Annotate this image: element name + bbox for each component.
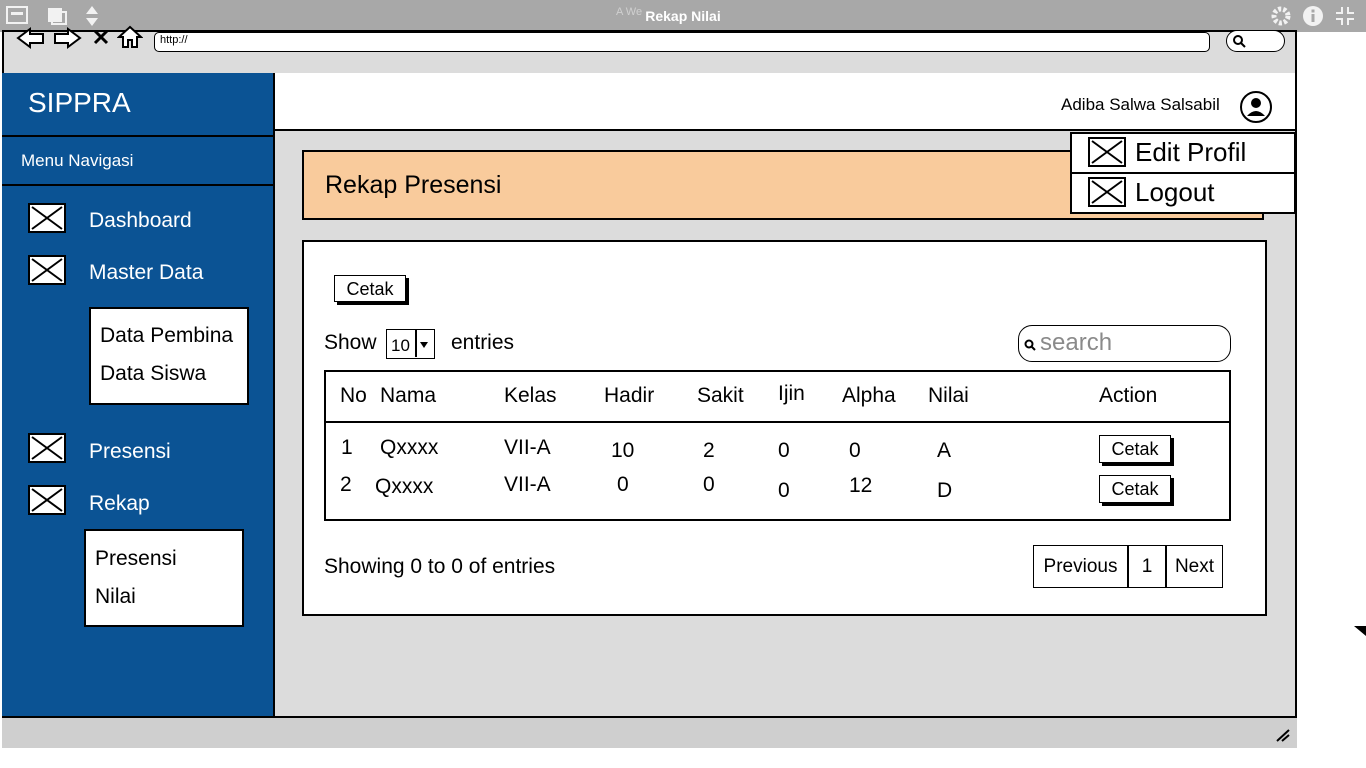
table-header-divider [324, 421, 1231, 423]
cell-nama: Qxxxx [375, 475, 434, 498]
cell-nama: Qxxxx [380, 436, 439, 459]
forward-icon[interactable] [52, 26, 82, 54]
search-icon [1024, 339, 1036, 351]
pagination-next-button[interactable]: Next [1166, 545, 1223, 588]
brand-area: SIPPRA [2, 73, 275, 137]
cell-no: 1 [341, 436, 353, 459]
back-icon[interactable] [16, 26, 46, 54]
master-data-submenu: Data Pembina Data Siswa [89, 307, 249, 405]
select-divider [415, 330, 417, 357]
column-header-hadir[interactable]: Hadir [604, 384, 654, 408]
cell-ijin: 0 [778, 439, 790, 462]
sidebar-item-label: Rekap [89, 492, 150, 515]
row-print-button[interactable]: Cetak [1099, 435, 1171, 463]
column-header-sakit[interactable]: Sakit [697, 384, 744, 408]
sidebar-item-label: Master Data [89, 261, 204, 284]
cell-hadir: 10 [611, 439, 635, 462]
cell-kelas: VII-A [504, 436, 551, 459]
submenu-item-data-siswa[interactable]: Data Siswa [100, 362, 206, 386]
image-placeholder-icon [1088, 137, 1126, 167]
menu-item-label: Edit Profil [1135, 137, 1247, 167]
browser-status-bar [2, 716, 1297, 748]
menu-heading-label: Menu Navigasi [21, 151, 134, 170]
user-avatar-icon[interactable] [1239, 90, 1273, 129]
cell-nilai: A [937, 439, 952, 462]
print-all-button[interactable]: Cetak [334, 275, 406, 302]
table-search-input[interactable]: search [1018, 325, 1231, 362]
home-icon[interactable] [116, 25, 144, 54]
table-info-text: Showing 0 to 0 of entries [324, 555, 556, 578]
sidebar-item-label: Dashboard [89, 209, 192, 232]
image-placeholder-icon [1088, 177, 1126, 207]
window-title: Rekap Nilai [645, 8, 721, 24]
cursor-fragment-icon [1354, 626, 1366, 636]
menu-heading: Menu Navigasi [2, 137, 275, 186]
image-placeholder-icon [28, 255, 66, 285]
entries-select[interactable]: 10 [386, 329, 435, 359]
submenu-item-rekap-presensi[interactable]: Presensi [95, 547, 177, 571]
column-header-no[interactable]: No [340, 384, 367, 408]
page-title: Rekap Presensi [325, 171, 502, 199]
resize-grip-icon[interactable] [1275, 728, 1291, 742]
address-bar[interactable]: http:// [154, 32, 1210, 52]
column-header-nilai[interactable]: Nilai [928, 384, 969, 408]
sidebar-item-master-data[interactable]: Master Data [28, 255, 278, 293]
search-placeholder: search [1040, 329, 1113, 356]
sidebar-item-label: Presensi [89, 440, 171, 463]
show-label: Show [324, 331, 377, 354]
info-icon[interactable] [1302, 5, 1324, 31]
cell-sakit: 2 [703, 439, 715, 462]
menu-item-label: Logout [1135, 177, 1215, 207]
cell-no: 2 [340, 473, 352, 496]
chevron-down-icon [420, 342, 428, 348]
cell-sakit: 0 [703, 473, 715, 496]
search-icon [1233, 35, 1246, 48]
sidebar-item-dashboard[interactable]: Dashboard [28, 203, 278, 241]
cell-hadir: 0 [617, 473, 629, 496]
gear-icon[interactable] [1270, 5, 1292, 31]
cell-kelas: VII-A [504, 473, 551, 496]
column-header-alpha[interactable]: Alpha [842, 384, 896, 408]
submenu-item-data-pembina[interactable]: Data Pembina [100, 324, 233, 348]
column-header-ijin[interactable]: Ijin [778, 382, 805, 406]
row-print-button[interactable]: Cetak [1099, 475, 1171, 503]
image-placeholder-icon [28, 203, 66, 233]
pagination-previous-button[interactable]: Previous [1033, 545, 1128, 588]
pagination-page-1[interactable]: 1 [1128, 545, 1166, 588]
brand-logo-text: SIPPRA [28, 87, 131, 118]
cell-alpha: 0 [849, 439, 861, 462]
stop-icon[interactable] [92, 28, 110, 51]
column-header-kelas[interactable]: Kelas [504, 384, 557, 408]
cell-nilai: D [937, 479, 953, 502]
entries-label: entries [451, 331, 515, 354]
rekap-submenu: Presensi Nilai [84, 529, 244, 627]
cell-alpha: 12 [849, 474, 873, 497]
image-placeholder-icon [28, 433, 66, 463]
user-name[interactable]: Adiba Salwa Salsabil [1061, 95, 1220, 115]
browser-search-box[interactable] [1226, 30, 1285, 52]
window-title-bar: A We Rekap Nilai [0, 0, 1366, 32]
menu-item-logout[interactable]: Logout [1072, 174, 1294, 212]
menu-item-edit-profil[interactable]: Edit Profil [1072, 134, 1294, 172]
submenu-item-rekap-nilai[interactable]: Nilai [95, 585, 136, 609]
sidebar-item-rekap[interactable]: Rekap [28, 485, 278, 523]
cell-ijin: 0 [778, 479, 790, 502]
column-header-action: Action [1099, 384, 1158, 407]
entries-select-value: 10 [391, 336, 410, 355]
fullscreen-icon[interactable] [1334, 5, 1356, 31]
sidebar-item-presensi[interactable]: Presensi [28, 433, 278, 471]
column-header-nama[interactable]: Nama [380, 384, 436, 408]
image-placeholder-icon [28, 485, 66, 515]
